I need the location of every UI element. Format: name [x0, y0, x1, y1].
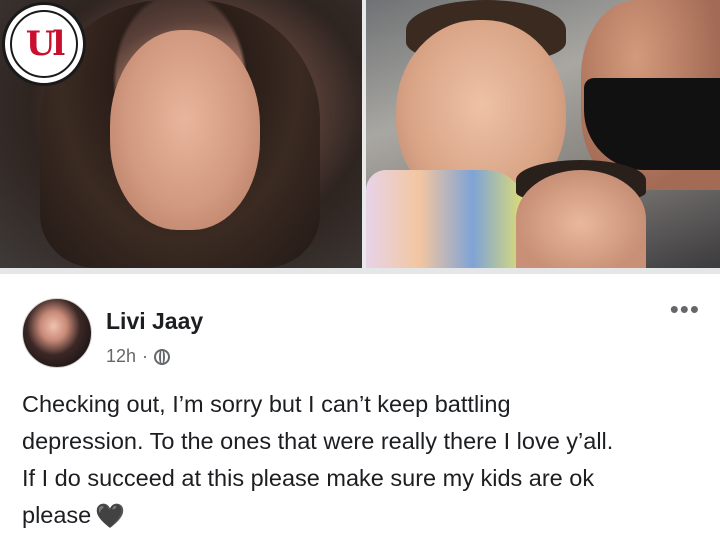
photo-strip: Ul [0, 0, 720, 268]
more-options-icon[interactable]: ••• [670, 296, 700, 322]
post-text-line: Checking out, I’m sorry but I can’t keep… [22, 391, 511, 417]
facebook-post: Livi Jaay 12h · ••• Checking out, I’m so… [0, 268, 720, 536]
photo-family-selfie[interactable] [366, 0, 720, 268]
post-text-line: depression. To the ones that were really… [22, 428, 614, 454]
post-author[interactable]: Livi Jaay [106, 308, 203, 335]
post-timestamp[interactable]: 12h [106, 346, 136, 367]
post-text-line: If I do succeed at this please make sure… [22, 465, 595, 491]
post-meta: 12h · [106, 346, 171, 367]
post-text-line-last: please 🖤 [22, 497, 702, 535]
post-text: Checking out, I’m sorry but I can’t keep… [22, 386, 702, 535]
meta-separator: · [142, 346, 149, 366]
logo-text: Ul [10, 10, 78, 78]
avatar[interactable] [22, 298, 92, 368]
post-text-word: please [22, 502, 92, 528]
site-logo: Ul [2, 2, 86, 86]
black-heart-icon: 🖤 [95, 503, 126, 530]
globe-icon[interactable] [154, 348, 171, 365]
